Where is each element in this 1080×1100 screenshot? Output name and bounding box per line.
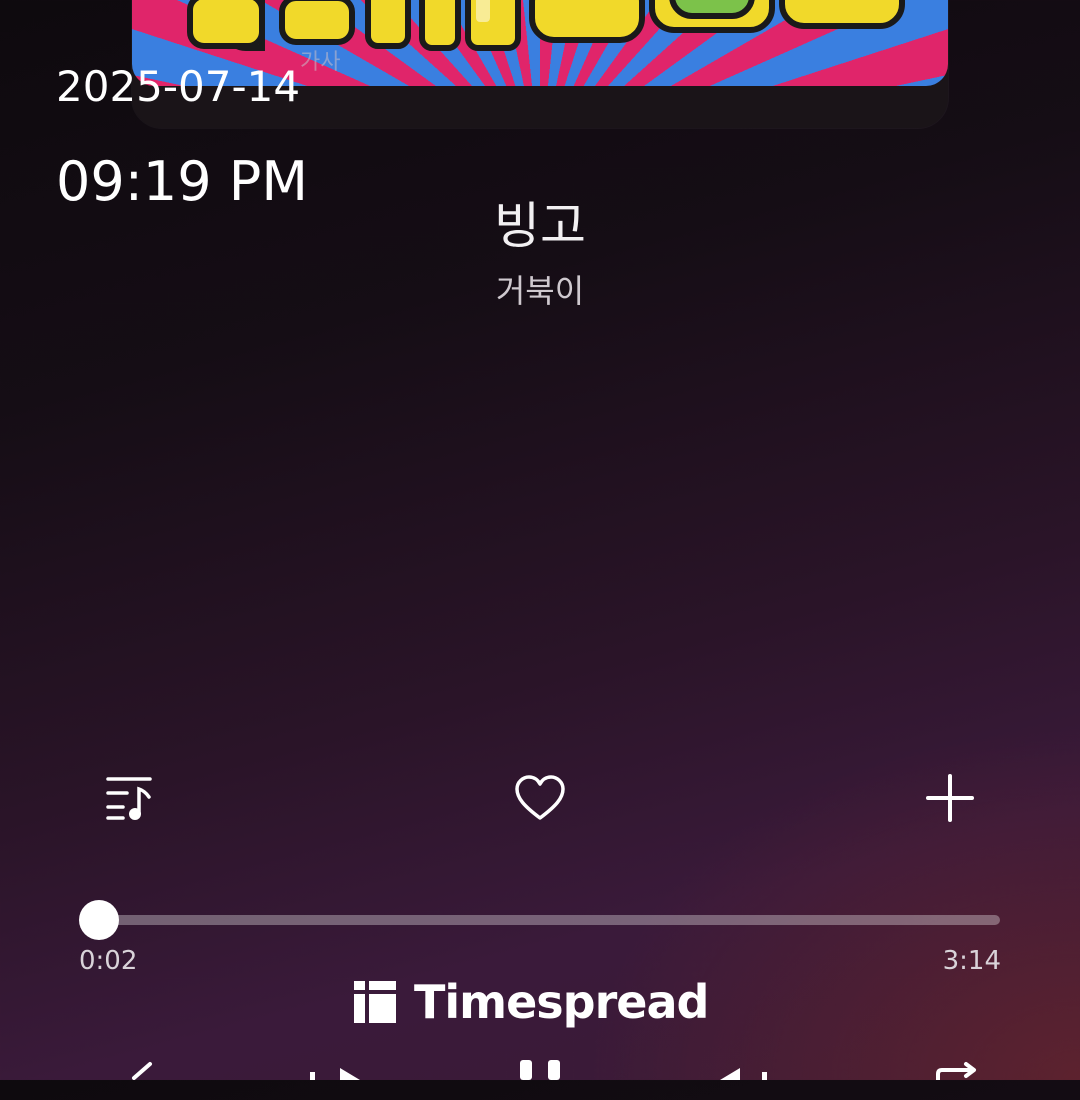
- pause-button[interactable]: [510, 1060, 570, 1100]
- pause-icon: [520, 1060, 560, 1080]
- repeat-icon: [936, 1062, 976, 1080]
- next-icon: [720, 1068, 767, 1080]
- seek-bar[interactable]: [79, 900, 1000, 940]
- previous-button[interactable]: [300, 1060, 370, 1100]
- playlist-button[interactable]: [100, 768, 160, 828]
- shuffle-icon: [132, 1062, 152, 1080]
- next-button[interactable]: [710, 1060, 780, 1100]
- playlist-icon: [106, 777, 152, 820]
- shuffle-button[interactable]: [128, 1060, 178, 1100]
- plus-icon: [926, 774, 974, 822]
- previous-icon: [310, 1068, 360, 1080]
- elapsed-time: 0:02: [79, 946, 138, 976]
- watermark: Timespread: [354, 974, 709, 1030]
- song-title: 빙고: [494, 197, 586, 255]
- repeat-button[interactable]: [930, 1060, 980, 1100]
- add-to-playlist-button[interactable]: [920, 768, 980, 828]
- heart-icon: [515, 775, 565, 820]
- watermark-text: Timespread: [414, 975, 709, 1029]
- overlay-date: 2025-07-14: [56, 62, 301, 111]
- total-time: 3:14: [942, 946, 1001, 976]
- like-button[interactable]: [510, 768, 570, 828]
- lyrics-label[interactable]: 가사: [300, 44, 340, 76]
- seek-bar-thumb[interactable]: [79, 900, 120, 940]
- song-artist[interactable]: 거북이: [0, 266, 1080, 312]
- timespread-logo-icon: [354, 981, 396, 1023]
